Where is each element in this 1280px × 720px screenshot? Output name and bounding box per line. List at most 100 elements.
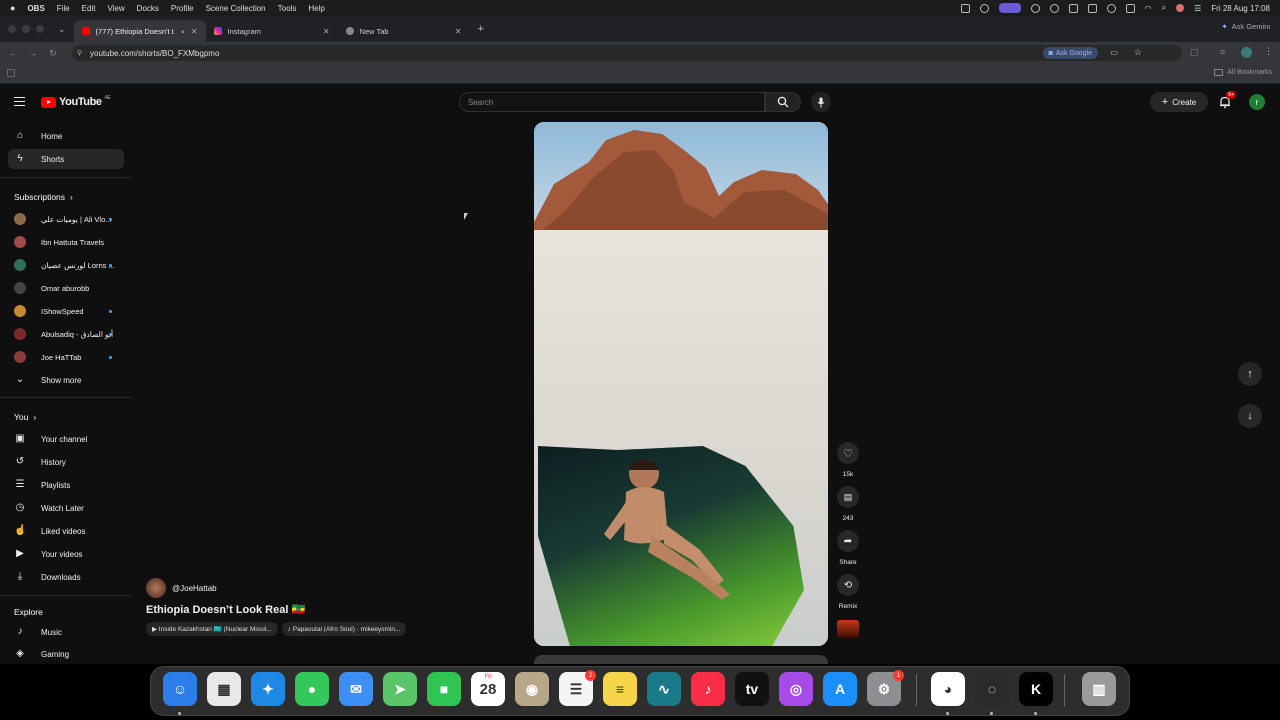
address-bar[interactable]: ⚲ youtube.com/shorts/BO_FXMbgpmo ◙ Ask G… (72, 45, 1182, 61)
comments-button[interactable]: ▤ (837, 486, 859, 508)
remix-button[interactable]: ⟲ (837, 574, 859, 596)
tab-audio-icon[interactable]: ◖ (180, 27, 185, 36)
menu-tools[interactable]: Tools (278, 4, 297, 13)
reload-icon[interactable]: ↻ (45, 48, 61, 59)
sidebar-item-liked-videos[interactable]: ☝ Liked videos (8, 521, 124, 541)
share-button[interactable]: ➦ (837, 530, 859, 552)
forward-arrow-icon[interactable]: → (25, 48, 41, 58)
subscription-item[interactable]: Omar aburobb (8, 278, 124, 298)
show-more-button[interactable]: ⌄ Show more (8, 370, 124, 390)
menu-scene-collection[interactable]: Scene Collection (206, 4, 266, 13)
site-info-icon[interactable]: ⚲ (77, 49, 82, 57)
subscription-item[interactable]: Abulsadiq - أبو الصادق (8, 324, 124, 344)
dock-app-tv[interactable]: tv (735, 672, 769, 706)
close-tab-icon[interactable]: ✕ (455, 27, 462, 36)
like-button[interactable]: ♡ (837, 442, 859, 464)
dock-app-kick[interactable]: K (1019, 672, 1053, 706)
dock-app-chrome[interactable]: ◕ (931, 672, 965, 706)
subscription-item[interactable]: IShowSpeed (8, 301, 124, 321)
side-panel-icon[interactable]: ≡ (1220, 47, 1225, 57)
voice-search-button[interactable] (811, 92, 831, 112)
headphones-icon[interactable] (1049, 3, 1059, 13)
dock-app-freeform[interactable]: ∿ (647, 672, 681, 706)
profile-avatar[interactable] (1241, 47, 1252, 58)
close-tab-icon[interactable]: ✕ (191, 27, 198, 36)
dock-app-trash[interactable]: ▥ (1082, 672, 1116, 706)
dock-app-podcasts[interactable]: ◎ (779, 672, 813, 706)
sidebar-item-history[interactable]: ↺ History (8, 452, 124, 472)
sidebar-item-watch-later[interactable]: ◷ Watch Later (8, 498, 124, 518)
menu-app-name[interactable]: OBS (27, 4, 44, 13)
tab-instagram[interactable]: Instagram ✕ (206, 20, 338, 42)
sidebar-item-shorts[interactable]: ϟ Shorts (8, 149, 124, 169)
keyboard-input-icon[interactable] (1125, 3, 1135, 13)
close-window-button[interactable] (8, 25, 16, 33)
menu-view[interactable]: View (107, 4, 124, 13)
active-app-icon[interactable] (998, 3, 1021, 13)
play-icon[interactable] (1030, 3, 1040, 13)
ask-google-button[interactable]: ◙ Ask Google (1042, 47, 1098, 59)
account-avatar[interactable]: r (1249, 94, 1265, 110)
dock-app-notes[interactable]: ≡ (603, 672, 637, 706)
related-video-chip[interactable]: ▶ Inside Kazakhstan 🇰🇿 (Nuclear Missil..… (146, 622, 278, 636)
sound-chip[interactable]: ♪ Papaoutai (Afro Soul) · mikeeysmin... (281, 622, 407, 636)
sidebar-item-home[interactable]: ⌂ Home (8, 126, 124, 146)
dock-app-launchpad[interactable]: ▦ (207, 672, 241, 706)
all-bookmarks-button[interactable]: All Bookmarks (1214, 69, 1272, 76)
timer-icon[interactable] (1106, 3, 1116, 13)
dock-app-obs[interactable]: ◌ (975, 672, 1009, 706)
chrome-menu-icon[interactable]: ⋮ (1264, 46, 1273, 57)
tab-search-chevron-icon[interactable]: ⌄ (58, 24, 66, 35)
sound-thumbnail[interactable] (837, 620, 859, 638)
sidebar-item-playlists[interactable]: ☰ Playlists (8, 475, 124, 495)
dock-app-mail[interactable]: ✉ (339, 672, 373, 706)
grid-icon[interactable] (1068, 3, 1078, 13)
sidebar-item-your-channel[interactable]: ▣ Your channel (8, 429, 124, 449)
spotlight-search-icon[interactable]: ⌕ (1162, 3, 1166, 13)
dock-app-facetime[interactable]: ■ (427, 672, 461, 706)
sidebar-item-downloads[interactable]: ⤓ Downloads (8, 567, 124, 587)
dock-app-maps[interactable]: ➤ (383, 672, 417, 706)
menu-help[interactable]: Help (308, 4, 324, 13)
extensions-icon[interactable]: ▢ (1190, 47, 1199, 58)
channel-avatar[interactable] (146, 578, 166, 598)
menu-edit[interactable]: Edit (82, 4, 96, 13)
cast-icon[interactable]: ▭ (1110, 48, 1118, 57)
sidebar-item-gaming[interactable]: ◈ Gaming (8, 644, 124, 664)
dock-app-safari[interactable]: ✦ (251, 672, 285, 706)
you-heading[interactable]: You › (14, 412, 36, 422)
ask-gemini-button[interactable]: ✦ Ask Gemini (1221, 22, 1270, 31)
next-short-button[interactable]: ↓ (1238, 404, 1262, 428)
channel-handle[interactable]: @JoeHattab (172, 584, 217, 593)
shorts-video-player[interactable] (534, 122, 828, 646)
channel-info[interactable]: @JoeHattab (146, 578, 217, 598)
subscription-item[interactable]: لورنس عصيان Lorns ... (8, 255, 124, 275)
menu-profile[interactable]: Profile (171, 4, 194, 13)
status-icon[interactable] (979, 3, 989, 13)
minimize-window-button[interactable] (22, 25, 30, 33)
control-center-icon[interactable]: ☰ (1194, 4, 1201, 13)
display-icon[interactable] (1087, 3, 1097, 13)
back-arrow-icon[interactable]: ← (5, 48, 21, 58)
dock-app-calendar[interactable]: Fri 28 (471, 672, 505, 706)
dock-app-messages[interactable]: ● (295, 672, 329, 706)
sidebar-item-music[interactable]: ♪ Music (8, 622, 124, 642)
search-input[interactable]: Search (459, 92, 765, 112)
subscription-item[interactable]: Ibn Hattuta Travels (8, 232, 124, 252)
tab-new-tab[interactable]: New Tab ✕ (338, 20, 470, 42)
subscriptions-heading[interactable]: Subscriptions › (14, 192, 73, 202)
new-tab-plus-icon[interactable]: + (478, 23, 484, 35)
screen-record-icon[interactable] (960, 3, 970, 13)
subscription-item[interactable]: Joe HaTTab (8, 347, 124, 367)
tab-youtube[interactable]: (777) Ethiopia Doesn't Lo… ◖ ✕ (73, 20, 206, 42)
dock-app-contacts[interactable]: ◉ (515, 672, 549, 706)
profile-status-icon[interactable] (1176, 4, 1185, 12)
wifi-icon[interactable]: ◠ (1145, 4, 1152, 13)
dock-app-music[interactable]: ♪ (691, 672, 725, 706)
menu-file[interactable]: File (57, 4, 70, 13)
dock-app-finder[interactable]: ☺ (163, 672, 197, 706)
menubar-clock[interactable]: Fri 28 Aug 17:08 (1211, 4, 1270, 13)
create-button[interactable]: + Create (1150, 92, 1208, 112)
close-tab-icon[interactable]: ✕ (323, 27, 330, 36)
apple-icon[interactable]: ● (10, 3, 15, 13)
